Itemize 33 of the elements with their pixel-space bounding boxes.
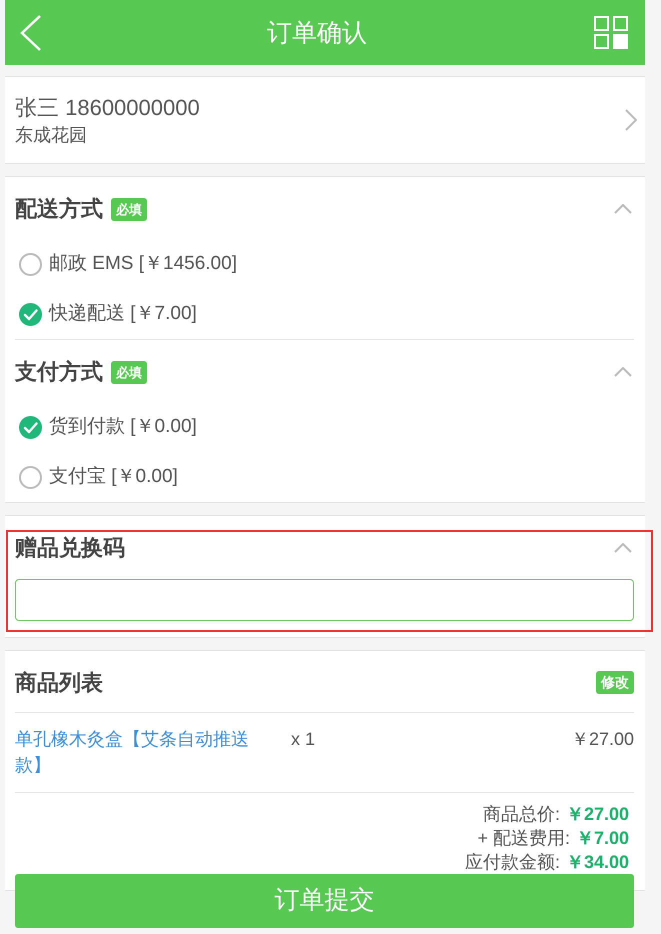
section-title: 商品列表 (15, 668, 103, 696)
address-card[interactable]: 张三 18600000000 东成花园 (5, 76, 645, 164)
address-text: 东成花园 (15, 124, 88, 147)
chevron-up-icon[interactable] (614, 367, 632, 377)
chevron-up-icon[interactable] (614, 543, 632, 553)
required-badge: 必填 (111, 198, 147, 220)
radio-option[interactable]: 货到付款 [￥0.00] (15, 402, 634, 452)
total-label: 商品总价: (482, 803, 560, 826)
radio-checked-icon[interactable] (19, 416, 42, 438)
grid-menu-icon[interactable] (594, 16, 628, 49)
radio-checked-icon[interactable] (19, 302, 42, 326)
chevron-right-icon[interactable] (625, 109, 637, 131)
total-label: 应付款金额: (464, 851, 560, 874)
total-value: ￥27.00 (566, 803, 629, 826)
radio-empty-icon[interactable] (19, 252, 42, 276)
radio-option[interactable]: 快递配送 [￥7.00] (15, 289, 634, 339)
radio-option[interactable]: 邮政 EMS [￥1456.00] (15, 239, 634, 289)
section-title: 支付方式 (15, 358, 103, 386)
contact-name-phone: 张三 18600000000 (15, 94, 200, 122)
section-title: 配送方式 (15, 195, 103, 223)
chevron-up-icon[interactable] (614, 204, 632, 214)
radio-empty-icon[interactable] (19, 466, 42, 488)
total-value: ￥7.00 (576, 827, 629, 850)
section-title: 赠品兑换码 (15, 534, 125, 562)
total-label: + 配送费用: (477, 827, 570, 850)
page-title: 订单确认 (267, 18, 367, 48)
back-icon[interactable] (20, 14, 42, 50)
gift-code-input[interactable] (15, 579, 634, 621)
radio-option[interactable]: 支付宝 [￥0.00] (15, 452, 634, 502)
product-price: ￥27.00 (570, 728, 634, 751)
product-quantity: x 1 (291, 728, 316, 751)
total-value: ￥34.00 (566, 851, 629, 874)
required-badge: 必填 (111, 360, 147, 384)
